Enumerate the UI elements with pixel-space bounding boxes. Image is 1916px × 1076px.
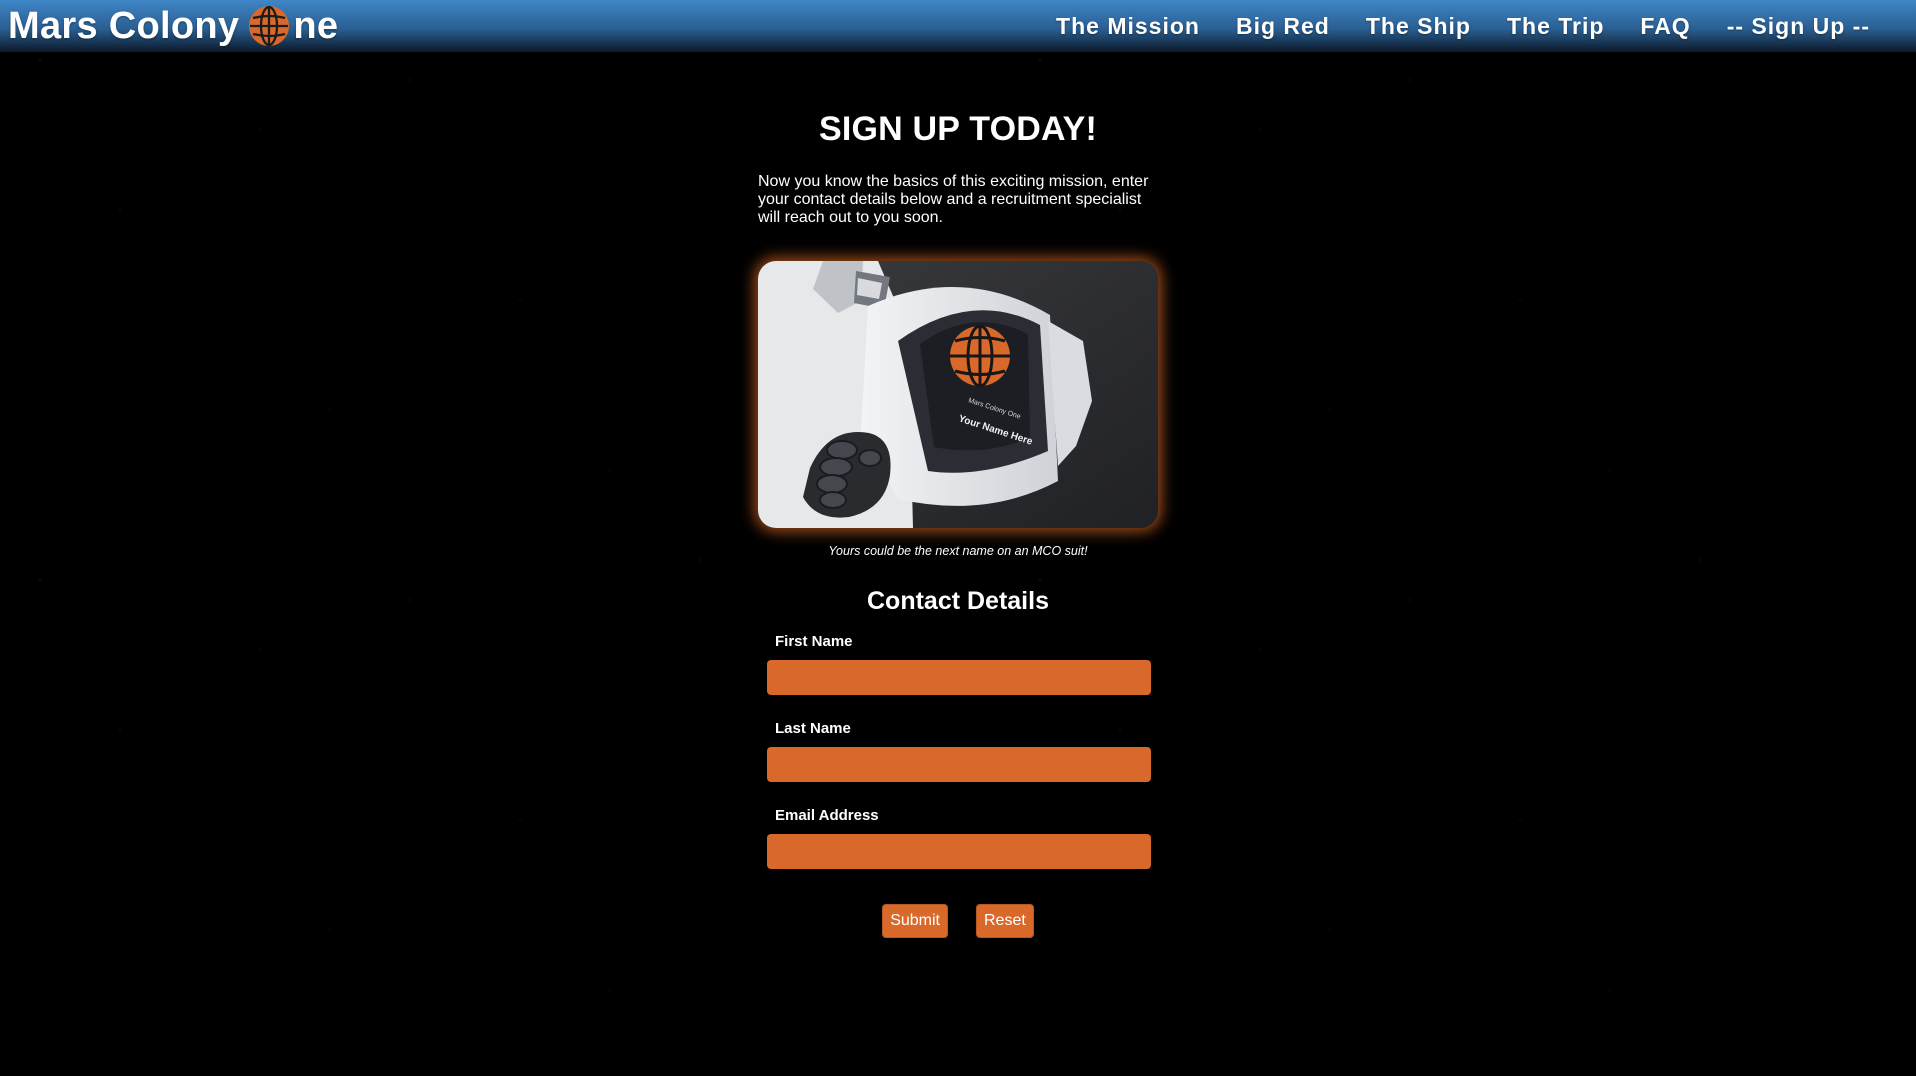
submit-button[interactable]: Submit [882,904,948,938]
last-name-field-group: Last Name [758,719,1158,782]
intro-text: Now you know the basics of this exciting… [758,173,1149,226]
nav-item-the-mission[interactable]: The Mission [1038,13,1218,40]
last-name-label: Last Name [775,720,851,737]
nav-item-sign-up[interactable]: -- Sign Up -- [1709,13,1888,40]
nav-item-the-ship[interactable]: The Ship [1348,13,1489,40]
email-address-label: Email Address [775,807,879,824]
page-title: SIGN UP TODAY! [818,110,1098,148]
astronaut-suit-illustration: Mars Colony One Your Name Here [758,261,1158,528]
reset-button[interactable]: Reset [976,904,1034,938]
page: Mars Colony ne The Mission Big Red The S… [0,0,1916,1076]
brand-text-start: Mars Colony [8,5,240,47]
main-nav: The Mission Big Red The Ship The Trip FA… [1038,0,1888,52]
email-address-input[interactable] [767,834,1151,869]
suit-photo: Mars Colony One Your Name Here [758,261,1158,528]
globe-icon [249,5,290,47]
first-name-field-group: First Name [758,632,1158,695]
last-name-input[interactable] [767,747,1151,782]
first-name-label: First Name [775,633,853,650]
brand-text-end: ne [293,5,339,47]
signup-content: SIGN UP TODAY! Now you know the basics o… [758,105,1158,938]
nav-item-big-red[interactable]: Big Red [1218,13,1348,40]
nav-item-faq[interactable]: FAQ [1622,13,1708,40]
email-address-field-group: Email Address [758,806,1158,869]
contact-details-title: Contact Details [867,587,1049,615]
first-name-input[interactable] [767,660,1151,695]
form-actions: Submit Reset [758,904,1158,938]
nav-item-the-trip[interactable]: The Trip [1489,13,1622,40]
contact-form: Contact Details First Name Last Name Ema… [758,584,1158,938]
photo-caption: Yours could be the next name on an MCO s… [828,544,1088,558]
brand-logo[interactable]: Mars Colony ne [8,0,338,52]
site-header: Mars Colony ne The Mission Big Red The S… [0,0,1916,52]
